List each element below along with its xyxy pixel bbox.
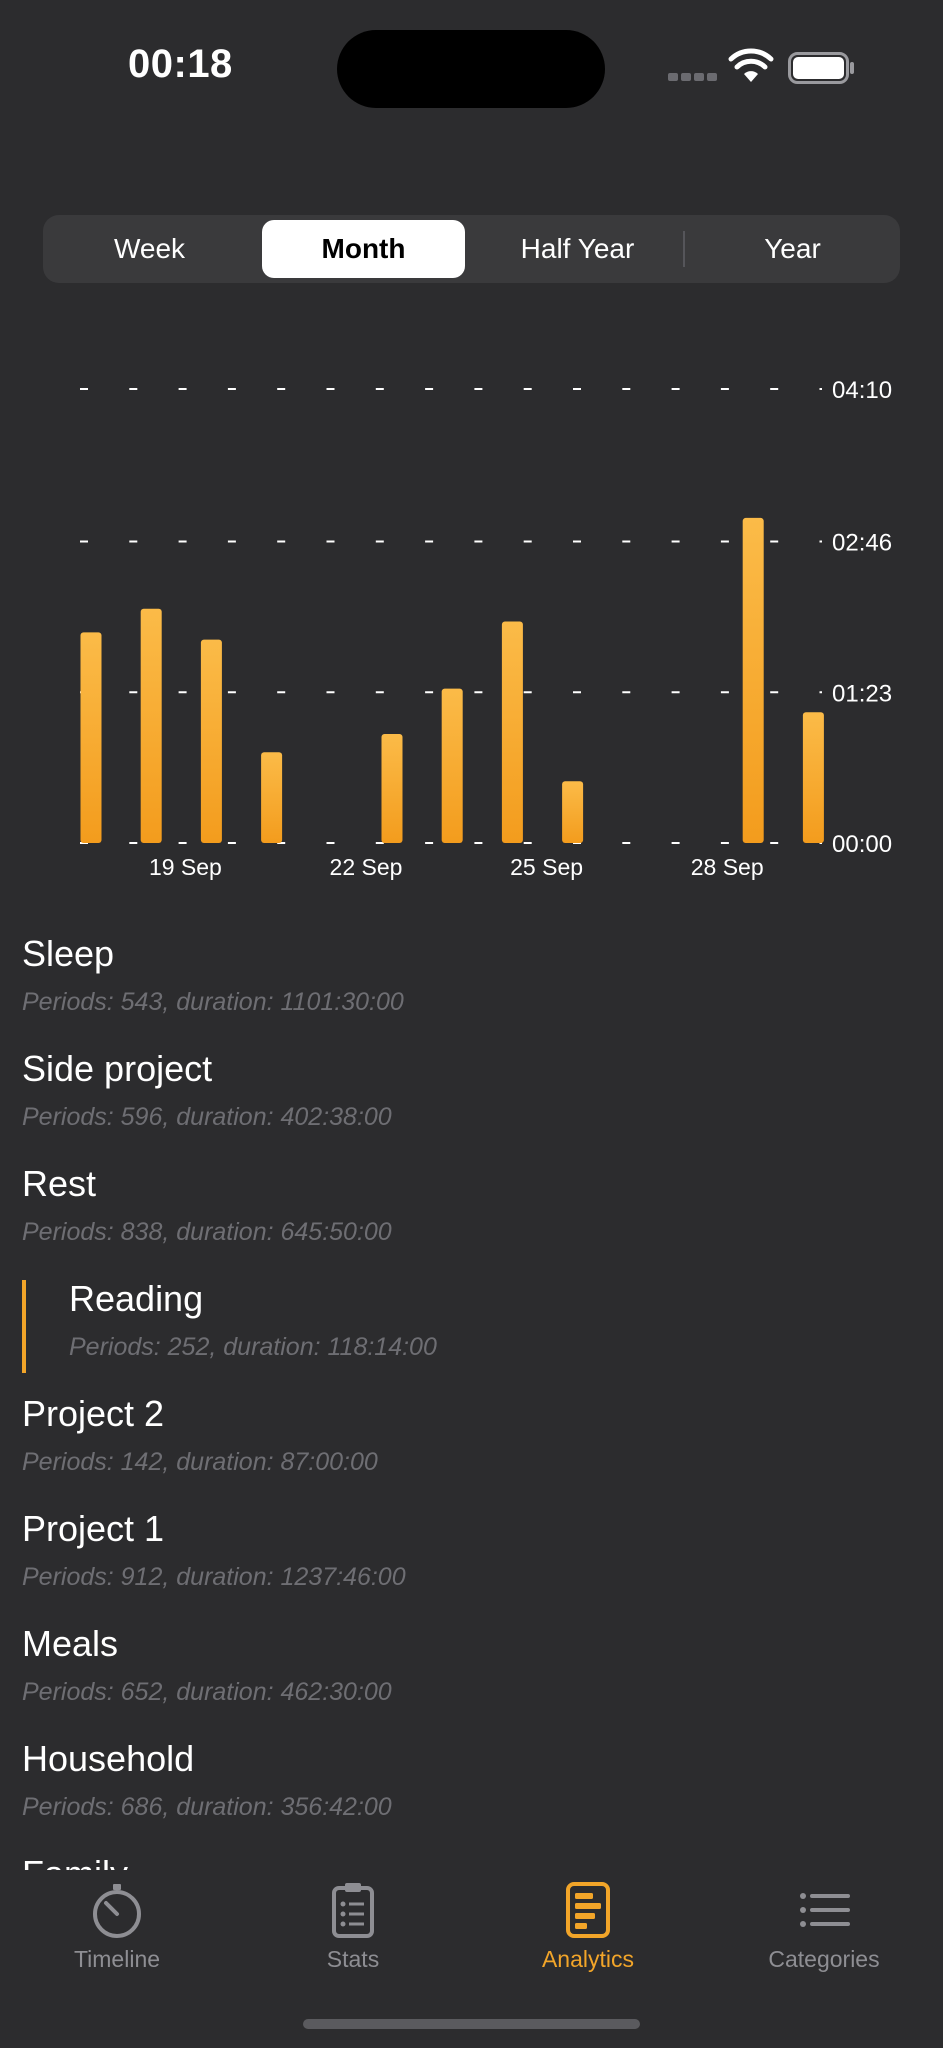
category-details: Periods: 543, duration: 1101:30:00 <box>22 988 404 1016</box>
tab-stats[interactable]: Stats <box>263 1870 443 1980</box>
category-details: Periods: 142, duration: 87:00:00 <box>22 1448 378 1476</box>
tab-label-analytics: Analytics <box>541 1946 635 1972</box>
segment-week[interactable]: Week <box>48 220 251 278</box>
tab-analytics[interactable]: Analytics <box>498 1870 678 1980</box>
tab-label-categories: Categories <box>768 1946 880 1972</box>
x-tick-label: 22 Sep <box>330 854 403 880</box>
tab-label-timeline: Timeline <box>73 1946 161 1972</box>
analytics-icon <box>566 1882 610 1938</box>
segment-year[interactable]: Year <box>691 220 894 278</box>
category-row[interactable]: Rest Periods: 838, duration: 645:50:00 <box>0 1145 943 1260</box>
category-name: Household <box>22 1738 195 1779</box>
category-row[interactable]: Side project Periods: 596, duration: 402:… <box>0 1030 943 1145</box>
category-list: Sleep Periods: 543, duration: 1101:30:00 S… <box>0 915 943 1870</box>
category-name: Project 2 <box>22 1393 165 1434</box>
x-tick-label: 28 Sep <box>691 854 764 880</box>
y-tick-label: 01:23 <box>832 680 892 707</box>
wifi-icon <box>728 48 774 82</box>
chart-bar <box>562 781 584 843</box>
chart-bar <box>441 688 463 843</box>
chart-bar <box>200 639 222 843</box>
category-name: Reading <box>69 1278 204 1319</box>
category-row[interactable]: Household Periods: 686, duration: 356:42:… <box>0 1720 943 1835</box>
category-details: Periods: 912, duration: 1237:46:00 <box>22 1563 406 1591</box>
chart-bar <box>140 608 162 843</box>
category-details: Periods: 838, duration: 645:50:00 <box>22 1218 392 1246</box>
category-name: Sleep <box>22 933 115 974</box>
x-tick-label: 19 Sep <box>149 854 222 880</box>
category-name: Project 1 <box>22 1508 165 1549</box>
chart-bar <box>501 621 523 843</box>
category-name: Rest <box>22 1163 97 1204</box>
y-tick-label: 02:46 <box>832 530 892 557</box>
y-tick-label: 00:00 <box>832 831 892 858</box>
subcategory-indicator <box>22 1280 26 1373</box>
tab-timeline[interactable]: Timeline <box>27 1870 207 1980</box>
category-details: Periods: 596, duration: 402:38:00 <box>22 1103 392 1131</box>
battery-icon <box>788 52 854 84</box>
category-details: Periods: 252, duration: 118:14:00 <box>69 1333 437 1361</box>
analytics-chart: 00:00 01:23 02:46 04:10 19 Sep 22 Sep 25 Sep 2… <box>0 340 943 900</box>
home-indicator <box>303 2019 640 2029</box>
category-row[interactable]: Project 1 Periods: 912, duration: 1237:46… <box>0 1490 943 1605</box>
tab-categories[interactable]: Categories <box>734 1870 914 1980</box>
bar-chart: 00:00 01:23 02:46 04:10 19 Sep 22 Sep 25 Sep 2… <box>80 377 892 880</box>
y-tick-label: 04:10 <box>832 377 892 404</box>
period-segmented-control: Week Month Half Year Year <box>43 215 900 283</box>
chart-bar <box>742 517 764 843</box>
status-time: 00:18 <box>128 42 233 86</box>
category-row[interactable]: Family <box>0 1835 943 1870</box>
clipboard-icon <box>332 1883 374 1938</box>
segment-month[interactable]: Month <box>262 220 465 278</box>
chart-bar <box>802 712 824 843</box>
category-row[interactable]: Sleep Periods: 543, duration: 1101:30:00 <box>0 915 943 1030</box>
category-name: Side project <box>22 1048 213 1089</box>
category-details: Periods: 652, duration: 462:30:00 <box>22 1678 392 1706</box>
chart-bar <box>381 734 403 843</box>
tab-label-stats: Stats <box>326 1946 380 1972</box>
category-row[interactable]: Reading Periods: 252, duration: 118:14:00 <box>0 1260 943 1375</box>
category-row[interactable]: Meals Periods: 652, duration: 462:30:00 <box>0 1605 943 1720</box>
category-row[interactable]: Project 2 Periods: 142, duration: 87:00:0… <box>0 1375 943 1490</box>
segment-half-year[interactable]: Half Year <box>476 220 679 278</box>
stopwatch-icon <box>93 1884 141 1938</box>
category-name: Meals <box>22 1623 119 1664</box>
dynamic-island <box>337 30 605 108</box>
x-tick-label: 25 Sep <box>510 854 583 880</box>
cellular-signal-icon <box>668 73 718 83</box>
list-icon <box>800 1893 850 1927</box>
category-details: Periods: 686, duration: 356:42:00 <box>22 1793 392 1821</box>
category-name: Family <box>22 1853 128 1870</box>
segment-divider <box>683 231 685 267</box>
chart-bar <box>80 632 102 843</box>
chart-bar <box>261 752 283 843</box>
